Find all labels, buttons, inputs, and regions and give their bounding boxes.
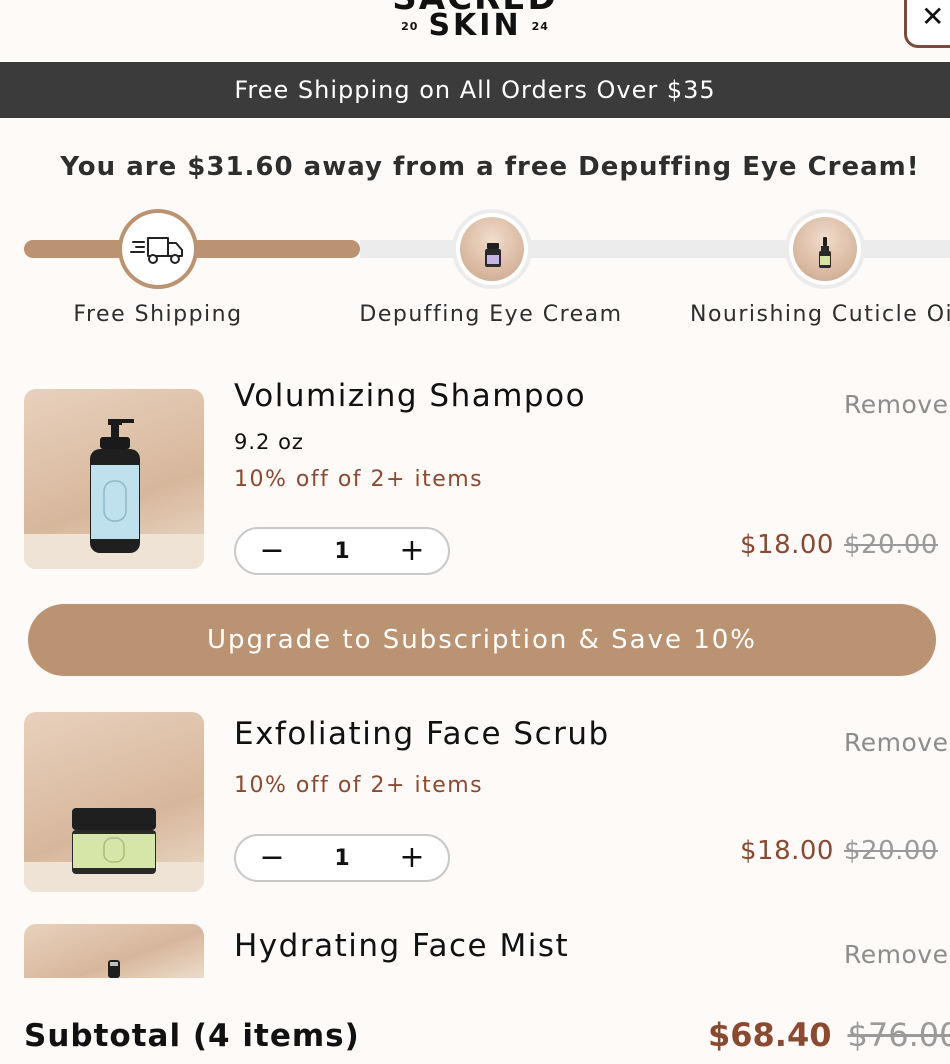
milestone-label-free-shipping: Free Shipping <box>73 302 243 327</box>
shampoo-bottle-icon <box>24 419 204 569</box>
milestone-label-cuticle-oil: Nourishing Cuticle Oil <box>690 302 950 327</box>
subtotal-price-row: $68.40 $76.00 <box>708 1016 950 1054</box>
remove-link[interactable]: Remove <box>844 940 948 969</box>
quantity-stepper: − 1 + <box>234 834 450 882</box>
milestone-free-shipping <box>122 213 194 285</box>
item-price-row: $18.00 $20.00 <box>740 530 938 560</box>
item-price: $18.00 <box>740 836 834 866</box>
close-icon: ✕ <box>921 0 945 33</box>
shipping-banner: Free Shipping on All Orders Over $35 <box>0 62 950 118</box>
subtotal-compare-price: $76.00 <box>847 1016 950 1054</box>
truck-icon <box>130 237 183 264</box>
product-image-face-scrub[interactable] <box>24 712 204 892</box>
item-variant: 9.2 oz <box>234 430 304 454</box>
cuticle-oil-image <box>793 217 857 281</box>
item-price: $18.00 <box>740 530 834 560</box>
mist-bottle-icon <box>108 960 120 978</box>
item-compare-price: $20.00 <box>843 836 938 866</box>
upgrade-subscription-button[interactable]: Upgrade to Subscription & Save 10% <box>28 604 936 676</box>
milestone-cuticle-oil <box>789 213 861 285</box>
brand-name: SKIN <box>428 8 522 43</box>
product-image-shampoo[interactable] <box>24 389 204 569</box>
brand-year-left: 20 <box>401 20 419 33</box>
quantity-value[interactable]: 1 <box>334 539 349 564</box>
increase-quantity-button[interactable]: + <box>376 536 448 566</box>
decrease-quantity-button[interactable]: − <box>236 843 308 873</box>
quantity-stepper: − 1 + <box>234 527 450 575</box>
rewards-message: You are $31.60 away from a free Depuffin… <box>60 152 920 182</box>
subtotal-price: $68.40 <box>708 1016 832 1054</box>
brand-logo[interactable]: 20 SKIN 24 <box>0 8 950 43</box>
item-compare-price: $20.00 <box>843 530 938 560</box>
quantity-value[interactable]: 1 <box>334 846 349 871</box>
item-title[interactable]: Exfoliating Face Scrub <box>234 716 610 752</box>
item-title[interactable]: Hydrating Face Mist <box>234 928 569 964</box>
brand-year-right: 24 <box>531 20 549 33</box>
item-price-row: $18.00 $20.00 <box>740 836 938 866</box>
milestone-eye-cream <box>456 213 528 285</box>
milestone-label-eye-cream: Depuffing Eye Cream <box>359 302 623 327</box>
eye-cream-image <box>460 217 524 281</box>
item-promo: 10% off of 2+ items <box>234 773 484 798</box>
scrub-jar-icon <box>24 808 204 892</box>
decrease-quantity-button[interactable]: − <box>236 536 308 566</box>
close-button[interactable]: ✕ <box>904 0 950 48</box>
item-promo: 10% off of 2+ items <box>234 467 484 492</box>
increase-quantity-button[interactable]: + <box>376 843 448 873</box>
progress-track <box>360 240 950 258</box>
remove-link[interactable]: Remove <box>844 390 948 419</box>
remove-link[interactable]: Remove <box>844 728 948 757</box>
item-title[interactable]: Volumizing Shampoo <box>234 378 586 414</box>
subtotal-label: Subtotal (4 items) <box>24 1018 360 1054</box>
product-image-face-mist[interactable] <box>24 924 204 978</box>
